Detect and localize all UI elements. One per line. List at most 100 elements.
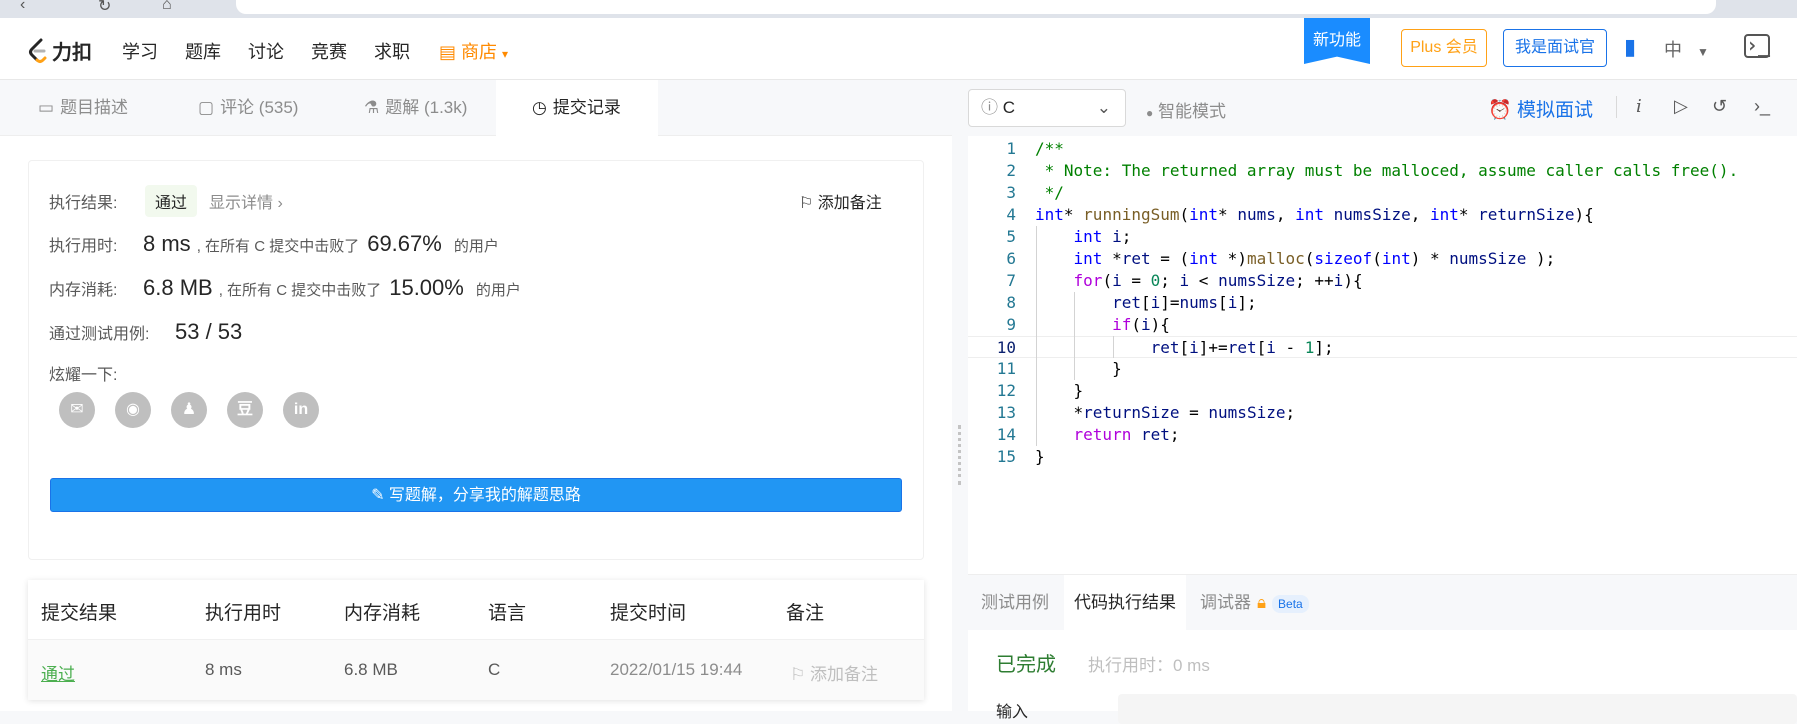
row-runtime: 8 ms: [205, 660, 242, 679]
console-icon[interactable]: ›_: [1744, 34, 1770, 58]
language-switch[interactable]: 中 ▼: [1664, 36, 1709, 62]
nav-contest[interactable]: 竞赛: [311, 38, 347, 64]
plus-member-button[interactable]: Plus 会员: [1401, 29, 1487, 67]
play-icon[interactable]: ▷: [1674, 96, 1688, 117]
terminal-icon[interactable]: ›_: [1754, 96, 1770, 117]
browser-chrome: ‹ ↻ ⌂: [0, 0, 1797, 18]
flag-icon: ⚐: [790, 665, 806, 684]
result-label: 执行结果:: [49, 195, 118, 212]
info-italic-icon[interactable]: i: [1636, 96, 1642, 117]
tab-testcase[interactable]: 测试用例: [968, 575, 1064, 631]
table-row[interactable]: 通过 8 ms 6.8 MB C 2022/01/15 19:44 ⚐ 添加备注: [28, 640, 924, 700]
mobile-icon[interactable]: ▮: [1624, 34, 1636, 60]
runtime-percentile: 69.67%: [367, 231, 442, 256]
logo[interactable]: 力扣: [28, 36, 92, 65]
memory-users: 的用户: [475, 282, 521, 299]
linkedin-icon[interactable]: in: [283, 392, 319, 428]
testcases-value: 53 / 53: [175, 319, 243, 344]
row-memory: 6.8 MB: [344, 660, 398, 679]
row-add-note-label: 添加备注: [809, 665, 878, 684]
info-icon: ⓘ: [981, 98, 998, 117]
tab-run-result[interactable]: 代码执行结果: [1064, 575, 1186, 631]
drag-handle-icon[interactable]: [958, 425, 961, 485]
language-select-value: C: [1002, 98, 1016, 117]
tab-debugger-label: 调试器: [1200, 593, 1251, 612]
chevron-down-icon: ⌄: [1096, 98, 1111, 117]
clock-icon: ◷: [532, 98, 547, 117]
panel-splitter[interactable]: [952, 80, 968, 711]
comment-icon: ▢: [198, 98, 215, 117]
runtime-label: 执行用时:: [49, 238, 118, 255]
top-navbar: 力扣 学习 题库 讨论 竞赛 求职 ▤ 商店 ▾ 新功能 Plus 会员 我是面…: [0, 18, 1797, 80]
nav-problems[interactable]: 题库: [185, 38, 221, 64]
home-icon[interactable]: ⌂: [162, 0, 172, 14]
reset-icon[interactable]: ↺: [1712, 96, 1727, 117]
address-bar[interactable]: [236, 0, 1716, 14]
tab-label: 评论 (535): [220, 98, 299, 117]
flag-icon: ⚐: [799, 195, 814, 212]
editor-toolbar: ⓘ C ⌄ ● 智能模式 ⏰ 模拟面试 i ▷ ↺ ›_: [968, 80, 1797, 136]
nav-jobs[interactable]: 求职: [374, 38, 410, 64]
qq-icon[interactable]: ♟: [171, 392, 207, 428]
beta-badge: Beta: [1272, 595, 1309, 613]
nav-discuss[interactable]: 讨论: [248, 38, 284, 64]
header-note: 备注: [786, 603, 825, 624]
smart-mode-label: 智能模式: [1157, 102, 1226, 121]
indent-guide: [1036, 226, 1037, 446]
input-label: 输入: [996, 704, 1029, 721]
nav-learn[interactable]: 学习: [122, 38, 158, 64]
add-note-button[interactable]: ⚐ 添加备注: [799, 189, 882, 213]
tab-comments[interactable]: ▢ 评论 (535): [166, 80, 330, 136]
indent-guide: [1074, 292, 1075, 380]
weibo-icon[interactable]: ◉: [115, 392, 151, 428]
row-language: C: [488, 660, 501, 679]
refresh-icon[interactable]: ↻: [98, 0, 111, 16]
nav-store-label: 商店: [461, 42, 498, 62]
code-editor[interactable]: 1/** 2 * Note: The returned array must b…: [968, 136, 1797, 570]
row-submit-time: 2022/01/15 19:44: [610, 660, 743, 679]
smart-mode-toggle[interactable]: ● 智能模式: [1146, 97, 1226, 122]
console-tabs: 测试用例 代码执行结果 调试器 🔒︎ Beta: [968, 574, 1797, 631]
row-add-note[interactable]: ⚐ 添加备注: [790, 660, 878, 685]
flask-icon: ⚗: [364, 98, 380, 117]
memory-text: , 在所有 C 提交中击败了: [218, 282, 382, 299]
write-solution-label: 写题解，分享我的解题思路: [388, 487, 581, 504]
interviewer-button[interactable]: 我是面试官: [1503, 29, 1607, 67]
run-exec-time: 执行用时：0 ms: [1088, 656, 1210, 675]
testcases-label: 通过测试用例:: [49, 326, 150, 343]
douban-icon[interactable]: 豆: [227, 392, 263, 428]
back-icon[interactable]: ‹: [20, 0, 25, 14]
tab-solutions[interactable]: ⚗ 题解 (1.3k): [330, 80, 496, 136]
tab-description[interactable]: ▭ 题目描述: [0, 80, 166, 136]
memory-value: 6.8 MB: [143, 275, 213, 300]
tab-debugger[interactable]: 调试器 🔒︎ Beta: [1186, 575, 1336, 631]
write-solution-button[interactable]: ✎ 写题解，分享我的解题思路: [50, 478, 902, 512]
wechat-icon[interactable]: ✉: [59, 392, 95, 428]
new-feature-ribbon[interactable]: 新功能: [1304, 18, 1370, 64]
run-status: 已完成: [996, 654, 1056, 676]
runtime-row: 执行用时: 8 ms , 在所有 C 提交中击败了 69.67% 的用户: [49, 231, 499, 257]
caret-down-icon: ▼: [1697, 45, 1709, 59]
submissions-table: 提交结果 执行用时 内存消耗 语言 提交时间 备注 通过 8 ms 6.8 MB…: [28, 580, 924, 700]
pencil-icon: ✎: [371, 487, 385, 504]
mock-interview-button[interactable]: ⏰ 模拟面试: [1488, 95, 1593, 122]
run-result-area: 已完成 执行用时：0 ms 输入: [968, 630, 1797, 724]
memory-percentile: 15.00%: [389, 275, 464, 300]
alarm-clock-icon: ⏰: [1488, 100, 1512, 121]
logo-text: 力扣: [52, 42, 92, 64]
tab-label: 提交记录: [552, 98, 621, 117]
row-result-link[interactable]: 通过: [41, 660, 75, 685]
show-details-link[interactable]: 显示详情 ›: [209, 189, 283, 213]
lock-icon: 🔒︎: [1257, 593, 1267, 612]
table-header: 提交结果 执行用时 内存消耗 语言 提交时间 备注: [28, 580, 924, 640]
header-runtime: 执行用时: [205, 603, 282, 624]
header-time: 提交时间: [610, 603, 687, 624]
nav-store[interactable]: ▤ 商店 ▾: [439, 38, 508, 64]
language-select[interactable]: ⓘ C ⌄: [968, 89, 1126, 127]
runtime-text: , 在所有 C 提交中击败了: [196, 238, 360, 255]
tab-submissions[interactable]: ◷ 提交记录: [496, 80, 658, 136]
testcases-row: 通过测试用例: 53 / 53: [49, 319, 242, 345]
left-tabs: ▭ 题目描述 ▢ 评论 (535) ⚗ 题解 (1.3k) ◷ 提交记录: [0, 80, 952, 136]
memory-row: 内存消耗: 6.8 MB , 在所有 C 提交中击败了 15.00% 的用户: [49, 275, 521, 301]
toolbar-divider: [1616, 96, 1617, 118]
